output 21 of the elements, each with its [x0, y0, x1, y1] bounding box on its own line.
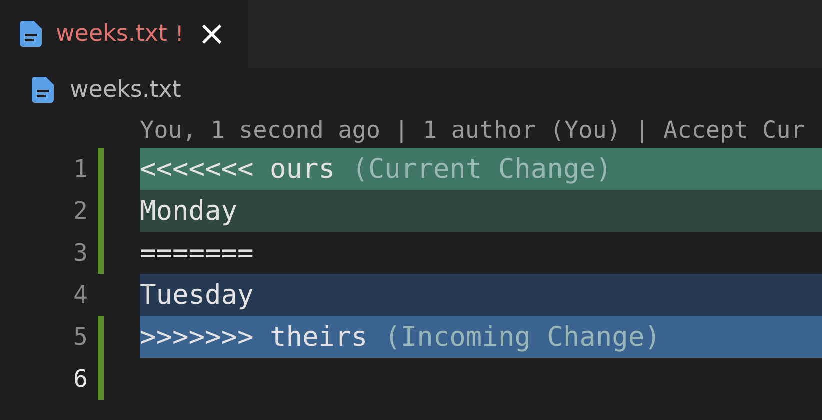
- conflict-label: (Current Change): [352, 154, 612, 184]
- close-button[interactable]: ×: [198, 17, 226, 51]
- line-number: 6: [72, 364, 88, 395]
- line-number: 5: [72, 322, 88, 353]
- file-icon: [20, 21, 42, 47]
- tab-label: weeks.txt: [56, 21, 168, 47]
- conflict-mark: !: [175, 22, 184, 46]
- code-text: <<<<<<< ours: [140, 154, 336, 184]
- line-number: 3: [72, 238, 88, 269]
- code-text: =======: [140, 238, 254, 268]
- line-number: 4: [72, 280, 88, 311]
- code-text: Tuesday: [140, 280, 254, 310]
- file-icon: [32, 77, 54, 103]
- conflict-label: (Incoming Change): [384, 322, 661, 352]
- code-text: Monday: [140, 196, 238, 226]
- line-number: 2: [72, 196, 88, 227]
- editor-tab[interactable]: weeks.txt ! ×: [0, 0, 248, 68]
- codelens-text: You, 1 second ago | 1 author (You) | Accept Cur: [140, 116, 805, 144]
- breadcrumb-item[interactable]: weeks.txt: [70, 77, 182, 103]
- code-text: >>>>>>> theirs: [140, 322, 368, 352]
- line-number: 1: [72, 154, 88, 185]
